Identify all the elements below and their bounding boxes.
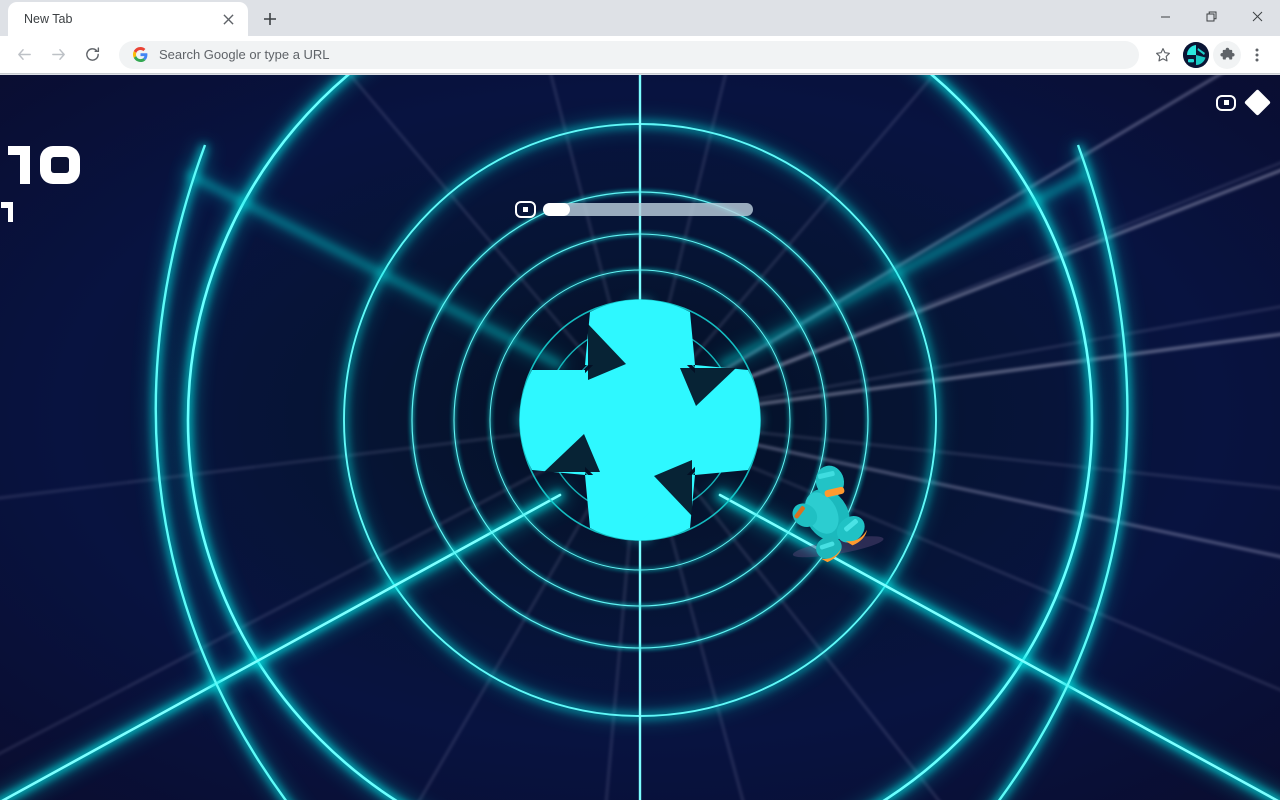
browser-window: New Tab Search Google or type a URL	[0, 0, 1280, 800]
tab-title: New Tab	[24, 12, 73, 26]
chrome-menu-icon[interactable]	[1243, 41, 1271, 69]
close-window-icon[interactable]	[1234, 0, 1280, 32]
profile-avatar[interactable]	[1183, 41, 1209, 68]
reload-icon[interactable]	[77, 40, 107, 70]
back-icon[interactable]	[9, 40, 39, 70]
maximize-icon[interactable]	[1188, 0, 1234, 32]
browser-toolbar: Search Google or type a URL	[0, 36, 1280, 74]
game-scene	[0, 75, 1280, 800]
avatar-image	[1183, 41, 1209, 68]
omnibox-placeholder: Search Google or type a URL	[159, 47, 330, 62]
window-controls	[1142, 0, 1280, 36]
forward-icon[interactable]	[43, 40, 73, 70]
google-logo-icon	[133, 47, 148, 62]
minimize-icon[interactable]	[1142, 0, 1188, 32]
extensions-puzzle-icon[interactable]	[1213, 40, 1241, 69]
tab-new-tab[interactable]: New Tab	[8, 2, 248, 36]
tab-strip: New Tab	[0, 0, 1280, 36]
new-tab-button[interactable]	[256, 5, 284, 33]
address-bar[interactable]: Search Google or type a URL	[119, 40, 1139, 69]
close-icon[interactable]	[218, 9, 238, 29]
game-viewport[interactable]	[0, 75, 1280, 800]
bookmark-star-icon[interactable]	[1149, 41, 1177, 69]
